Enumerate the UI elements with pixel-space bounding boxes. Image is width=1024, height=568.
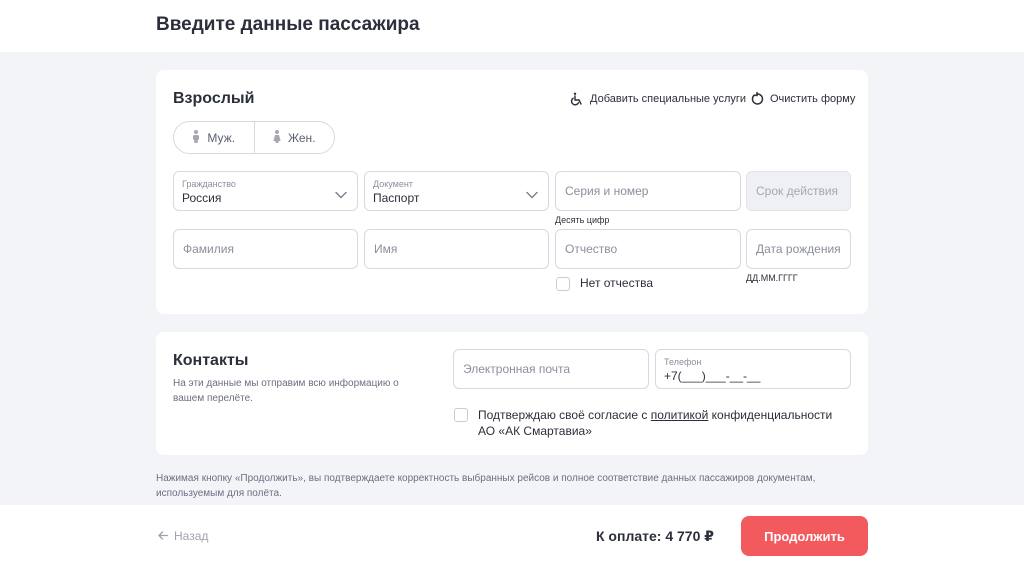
- no-patronymic-label: Нет отчества: [580, 276, 654, 290]
- contacts-card: Контакты На эти данные мы отправим всю и…: [156, 332, 868, 455]
- last-name-input[interactable]: Фамилия: [173, 229, 358, 269]
- disclaimer-text: Нажимая кнопку «Продолжить», вы подтверж…: [156, 473, 816, 499]
- series-number-input[interactable]: Серия и номер: [555, 171, 741, 211]
- document-value: Паспорт: [373, 191, 420, 205]
- phone-input[interactable]: Телефон +7(___)___-__-__: [655, 349, 851, 389]
- consent-prefix: Подтверждаю своё согласие с: [478, 408, 651, 422]
- add-special-services-label: Добавить специальные услуги: [590, 93, 747, 105]
- page-title: Введите данные пассажира: [156, 14, 420, 35]
- phone-label: Телефон: [664, 357, 702, 367]
- continue-button[interactable]: Продолжить: [741, 516, 868, 556]
- contacts-section-title: Контакты: [173, 352, 249, 369]
- validity-input: Срок действия: [746, 171, 851, 211]
- first-name-input[interactable]: Имя: [364, 229, 549, 269]
- wheelchair-icon: [570, 92, 584, 106]
- no-patronymic-checkbox[interactable]: Нет отчества: [556, 276, 653, 291]
- gender-female-button[interactable]: Жен.: [253, 122, 335, 153]
- citizenship-label: Гражданство: [182, 179, 236, 189]
- footer-bar: Назад К оплате: 4 770 ₽ Продолжить: [0, 505, 1024, 568]
- birth-date-input[interactable]: Дата рождения: [746, 229, 851, 269]
- back-label: Назад: [174, 529, 209, 543]
- female-icon: [273, 129, 281, 146]
- total-price: К оплате: 4 770 ₽: [596, 528, 714, 544]
- email-placeholder: Электронная почта: [463, 362, 571, 376]
- series-number-hint: Десять цифр: [555, 215, 610, 225]
- chevron-down-icon: [526, 186, 538, 204]
- last-name-placeholder: Фамилия: [183, 242, 234, 256]
- birth-date-hint: ДД.ММ.ГГГГ: [746, 273, 798, 283]
- male-icon: [192, 129, 200, 146]
- contacts-description: На эти данные мы отправим всю информацию…: [173, 378, 399, 404]
- top-bar: Введите данные пассажира: [0, 0, 1024, 52]
- citizenship-value: Россия: [182, 191, 222, 205]
- gender-male-label: Муж.: [207, 130, 236, 145]
- consent-text: Подтверждаю своё согласие с политикой ко…: [478, 407, 838, 439]
- clear-form-label: Очистить форму: [770, 93, 856, 105]
- citizenship-select[interactable]: Гражданство Россия: [173, 171, 358, 211]
- adult-section-title: Взрослый: [173, 90, 255, 107]
- document-select[interactable]: Документ Паспорт: [364, 171, 549, 211]
- document-label: Документ: [373, 179, 413, 189]
- gender-female-label: Жен.: [287, 130, 316, 145]
- privacy-policy-link[interactable]: политикой: [651, 408, 709, 422]
- add-special-services-link[interactable]: Добавить специальные услуги: [570, 92, 746, 106]
- refresh-icon: [750, 92, 764, 106]
- clear-form-link[interactable]: Очистить форму: [750, 92, 855, 106]
- patronymic-placeholder: Отчество: [565, 242, 618, 256]
- phone-value: +7(___)___-__-__: [664, 369, 761, 383]
- privacy-consent-checkbox[interactable]: Подтверждаю своё согласие с политикой ко…: [454, 407, 838, 439]
- first-name-placeholder: Имя: [374, 242, 398, 256]
- back-link[interactable]: Назад: [158, 529, 208, 543]
- adult-passenger-card: Взрослый Добавить специальные услуги Очи…: [156, 70, 868, 314]
- series-number-placeholder: Серия и номер: [565, 184, 649, 198]
- birth-date-placeholder: Дата рождения: [756, 242, 841, 256]
- gender-selector: Муж. Жен.: [173, 121, 335, 154]
- arrow-left-icon: [158, 529, 169, 543]
- validity-placeholder: Срок действия: [756, 184, 839, 198]
- checkbox-box[interactable]: [454, 408, 468, 422]
- gender-male-button[interactable]: Муж.: [174, 122, 254, 153]
- email-input[interactable]: Электронная почта: [453, 349, 649, 389]
- checkbox-box[interactable]: [556, 277, 570, 291]
- patronymic-input[interactable]: Отчество: [555, 229, 741, 269]
- chevron-down-icon: [335, 186, 347, 204]
